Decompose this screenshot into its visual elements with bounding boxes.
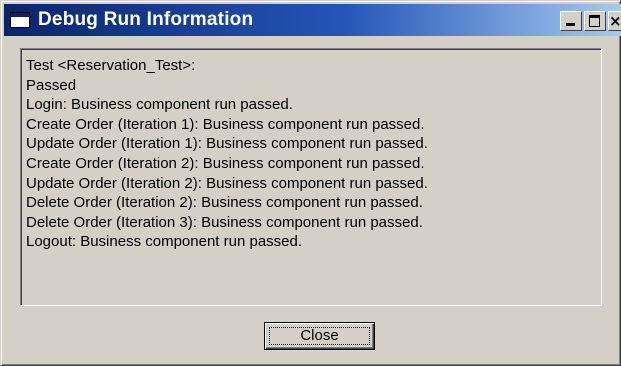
log-line: Create Order (Iteration 1): Business com… — [26, 115, 425, 133]
log-line: Passed — [26, 76, 77, 94]
log-line: Update Order (Iteration 2): Business com… — [26, 174, 428, 192]
minimize-icon[interactable] — [560, 11, 582, 31]
log-line: Login: Business component run passed. — [26, 96, 293, 114]
close-button[interactable]: Close — [264, 322, 375, 350]
title-bar-controls: × — [560, 11, 621, 31]
log-line: Delete Order (Iteration 2): Business com… — [26, 194, 423, 212]
close-button-label: Close — [269, 327, 370, 345]
dialog-window: Debug Run Information × Test <Reservatio… — [0, 0, 621, 366]
log-line: Delete Order (Iteration 3): Business com… — [26, 213, 423, 231]
window-app-icon — [10, 12, 30, 28]
log-line: Update Order (Iteration 1): Business com… — [26, 135, 428, 153]
log-line: Test <Reservation_Test>: — [26, 57, 196, 74]
window-title: Debug Run Information — [38, 9, 254, 30]
title-bar[interactable]: Debug Run Information × — [4, 4, 621, 36]
debug-log-panel: Test <Reservation_Test>: Passed Login: B… — [20, 48, 602, 306]
log-line: Logout: Business component run passed. — [26, 233, 303, 251]
close-icon[interactable]: × — [608, 11, 621, 31]
log-line: Create Order (Iteration 2): Business com… — [26, 154, 425, 172]
maximize-icon[interactable] — [584, 11, 606, 31]
